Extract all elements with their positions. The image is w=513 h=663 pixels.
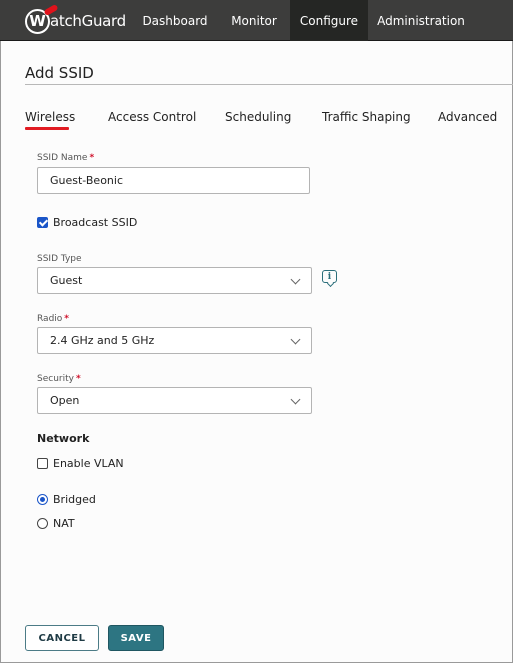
broadcast-ssid-label: Broadcast SSID [53, 216, 138, 229]
tab-scheduling[interactable]: Scheduling [225, 110, 291, 124]
chevron-down-icon [290, 334, 301, 345]
tab-wireless[interactable]: Wireless [25, 110, 75, 124]
enable-vlan-checkbox-row[interactable]: Enable VLAN [37, 457, 124, 470]
security-value: Open [50, 394, 80, 407]
radio-select[interactable]: 2.4 GHz and 5 GHz [37, 327, 312, 354]
nav-configure[interactable]: Configure [290, 0, 368, 41]
radio-value: 2.4 GHz and 5 GHz [50, 334, 155, 347]
cancel-button[interactable]: CANCEL [25, 625, 99, 651]
security-label: Security * [37, 374, 81, 384]
ssid-type-select[interactable]: Guest [37, 267, 312, 294]
radio-label-text: Radio [37, 314, 63, 324]
ssid-name-value: Guest-Beonic [50, 174, 124, 187]
bridged-radio[interactable] [37, 494, 48, 505]
security-label-text: Security [37, 374, 74, 384]
required-marker: * [89, 153, 95, 163]
nav-dashboard-label: Dashboard [142, 13, 208, 28]
broadcast-ssid-checkbox-row[interactable]: Broadcast SSID [37, 216, 137, 229]
ssid-type-value: Guest [50, 274, 83, 287]
ssid-type-label: SSID Type [37, 254, 82, 264]
nav-configure-label: Configure [299, 13, 359, 28]
chevron-down-icon [290, 394, 301, 405]
nat-radio-row[interactable]: NAT [37, 517, 75, 530]
ssid-name-input[interactable]: Guest-Beonic [37, 167, 310, 194]
save-button[interactable]: SAVE [108, 625, 164, 651]
nav-monitor-label: Monitor [231, 13, 277, 28]
nat-radio[interactable] [37, 518, 48, 529]
bridged-radio-row[interactable]: Bridged [37, 493, 96, 506]
broadcast-ssid-checkbox[interactable] [37, 217, 48, 228]
title-divider [25, 84, 513, 85]
radio-label: Radio * [37, 314, 69, 324]
page-title: Add SSID [25, 64, 94, 82]
nav-monitor[interactable]: Monitor [218, 0, 290, 41]
bridged-label: Bridged [53, 493, 96, 506]
active-tab-indicator [25, 127, 69, 130]
enable-vlan-label: Enable VLAN [53, 457, 124, 470]
logo-mark-icon: W [25, 3, 59, 34]
enable-vlan-checkbox[interactable] [37, 458, 48, 469]
nav-administration-label: Administration [377, 13, 465, 28]
nav-administration[interactable]: Administration [368, 0, 474, 41]
brand-name: atchGuard [50, 12, 126, 30]
required-marker: * [75, 374, 81, 384]
tab-traffic-shaping[interactable]: Traffic Shaping [322, 110, 411, 124]
nat-label: NAT [53, 517, 75, 530]
ssid-name-label-text: SSID Name [37, 153, 88, 163]
nav-dashboard[interactable]: Dashboard [132, 0, 218, 41]
chevron-down-icon [290, 274, 301, 285]
required-marker: * [64, 314, 70, 324]
logo-mark-letter: W [29, 12, 46, 30]
tab-access-control[interactable]: Access Control [108, 110, 196, 124]
network-heading: Network [37, 432, 90, 445]
info-icon[interactable]: i [322, 270, 337, 283]
top-navigation-bar: W atchGuard Dashboard Monitor Configure … [0, 0, 513, 41]
tab-advanced[interactable]: Advanced [438, 110, 497, 124]
ssid-name-label: SSID Name * [37, 153, 94, 163]
security-select[interactable]: Open [37, 387, 312, 414]
watchguard-logo[interactable]: W atchGuard [25, 3, 126, 34]
